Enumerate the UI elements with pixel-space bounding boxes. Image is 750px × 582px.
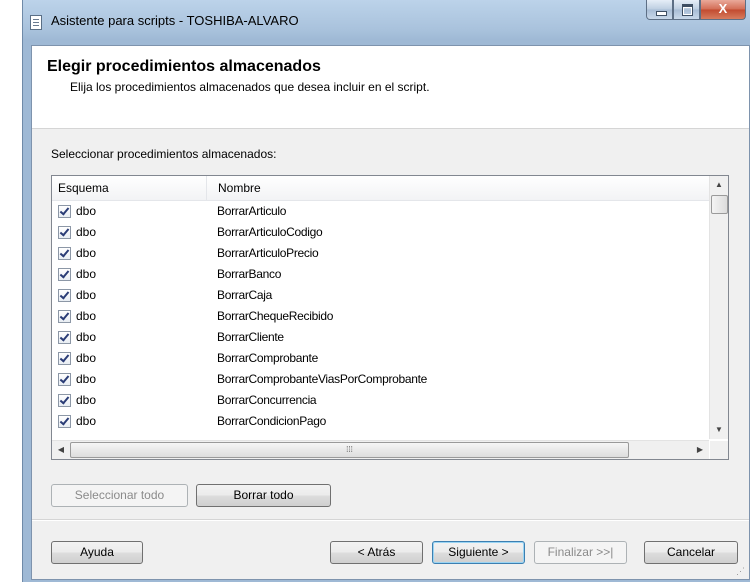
- title-bar[interactable]: Asistente para scripts - TOSHIBA-ALVARO …: [23, 0, 750, 40]
- table-row[interactable]: dbo BorrarConcurrencia: [52, 390, 709, 411]
- schema-cell: dbo: [76, 372, 97, 386]
- scroll-up-icon[interactable]: ▲: [710, 176, 728, 194]
- wizard-window: Asistente para scripts - TOSHIBA-ALVARO …: [22, 0, 750, 582]
- row-checkbox[interactable]: [58, 205, 71, 218]
- name-cell: BorrarArticuloPrecio: [217, 246, 319, 260]
- name-cell: BorrarChequeRecibido: [217, 309, 334, 323]
- name-cell: BorrarComprobante: [217, 351, 318, 365]
- row-checkbox[interactable]: [58, 247, 71, 260]
- name-cell: BorrarComprobanteViasPorComprobante: [217, 372, 428, 386]
- name-cell: BorrarArticulo: [217, 204, 287, 218]
- row-checkbox[interactable]: [58, 310, 71, 323]
- page-title: Elegir procedimientos almacenados: [47, 58, 321, 75]
- name-cell: BorrarCondicionPago: [217, 414, 327, 428]
- next-button[interactable]: Siguiente >: [432, 541, 525, 564]
- row-checkbox[interactable]: [58, 415, 71, 428]
- row-checkbox[interactable]: [58, 331, 71, 344]
- maximize-button[interactable]: [673, 0, 700, 20]
- scroll-right-icon[interactable]: ▶: [691, 441, 709, 459]
- name-cell: BorrarCaja: [217, 288, 273, 302]
- minimize-icon: [656, 11, 667, 16]
- table-row[interactable]: dbo BorrarChequeRecibido: [52, 306, 709, 327]
- list-rows: dbo BorrarArticulo dbo BorrarArticuloCodigo…: [52, 201, 709, 432]
- schema-cell: dbo: [76, 246, 97, 260]
- schema-cell: dbo: [76, 225, 97, 239]
- wizard-body: Elegir procedimientos almacenados Elija …: [31, 45, 750, 580]
- vertical-scrollbar[interactable]: ▲ ▼: [709, 176, 728, 439]
- table-row[interactable]: dbo BorrarBanco: [52, 264, 709, 285]
- stored-procedures-list[interactable]: Esquema Nombre dbo BorrarArticulo dbo Borra…: [51, 175, 729, 460]
- list-label: Seleccionar procedimientos almacenados:: [51, 147, 277, 161]
- document-icon: [30, 15, 42, 30]
- table-row[interactable]: dbo BorrarArticuloPrecio: [52, 243, 709, 264]
- name-cell: BorrarArticuloCodigo: [217, 225, 323, 239]
- horizontal-scrollbar[interactable]: ◀ ⁞⁞⁞ ▶: [52, 440, 709, 459]
- name-cell: BorrarConcurrencia: [217, 393, 317, 407]
- finish-button[interactable]: Finalizar >>|: [534, 541, 627, 564]
- row-checkbox[interactable]: [58, 268, 71, 281]
- close-icon: X: [718, 1, 728, 16]
- list-header: Esquema Nombre: [52, 176, 709, 201]
- minimize-button[interactable]: [646, 0, 673, 20]
- schema-cell: dbo: [76, 414, 97, 428]
- schema-cell: dbo: [76, 309, 97, 323]
- cancel-button[interactable]: Cancelar: [644, 541, 738, 564]
- page-header: Elegir procedimientos almacenados Elija …: [32, 46, 749, 129]
- row-checkbox[interactable]: [58, 373, 71, 386]
- table-row[interactable]: dbo BorrarArticulo: [52, 201, 709, 222]
- row-checkbox[interactable]: [58, 352, 71, 365]
- scroll-down-icon[interactable]: ▼: [710, 421, 728, 439]
- clear-all-button[interactable]: Borrar todo: [196, 484, 331, 507]
- scrollbar-corner: [710, 441, 728, 459]
- name-cell: BorrarCliente: [217, 330, 284, 344]
- column-header-name[interactable]: Nombre: [208, 176, 709, 200]
- schema-cell: dbo: [76, 288, 97, 302]
- vertical-scroll-thumb[interactable]: [711, 195, 728, 214]
- help-button[interactable]: Ayuda: [51, 541, 143, 564]
- schema-cell: dbo: [76, 204, 97, 218]
- column-header-schema[interactable]: Esquema: [52, 176, 207, 200]
- scroll-left-icon[interactable]: ◀: [52, 441, 70, 459]
- schema-cell: dbo: [76, 267, 97, 281]
- back-button[interactable]: < Atrás: [330, 541, 423, 564]
- footer-divider: [32, 519, 749, 521]
- select-all-button[interactable]: Seleccionar todo: [51, 484, 188, 507]
- schema-cell: dbo: [76, 393, 97, 407]
- name-cell: BorrarBanco: [217, 267, 282, 281]
- caption-buttons: X: [646, 0, 746, 22]
- maximize-icon: [682, 4, 693, 16]
- horizontal-scroll-thumb[interactable]: ⁞⁞⁞: [70, 442, 629, 458]
- window-title: Asistente para scripts - TOSHIBA-ALVARO: [51, 13, 299, 28]
- resize-grip-icon[interactable]: ⋰: [736, 566, 746, 576]
- table-row[interactable]: dbo BorrarCaja: [52, 285, 709, 306]
- table-row[interactable]: dbo BorrarCondicionPago: [52, 411, 709, 432]
- schema-cell: dbo: [76, 351, 97, 365]
- schema-cell: dbo: [76, 330, 97, 344]
- table-row[interactable]: dbo BorrarCliente: [52, 327, 709, 348]
- close-button[interactable]: X: [700, 0, 746, 20]
- page-subtitle: Elija los procedimientos almacenados que…: [70, 80, 430, 94]
- table-row[interactable]: dbo BorrarComprobante: [52, 348, 709, 369]
- table-row[interactable]: dbo BorrarArticuloCodigo: [52, 222, 709, 243]
- row-checkbox[interactable]: [58, 289, 71, 302]
- table-row[interactable]: dbo BorrarComprobanteViasPorComprobante: [52, 369, 709, 390]
- row-checkbox[interactable]: [58, 226, 71, 239]
- row-checkbox[interactable]: [58, 394, 71, 407]
